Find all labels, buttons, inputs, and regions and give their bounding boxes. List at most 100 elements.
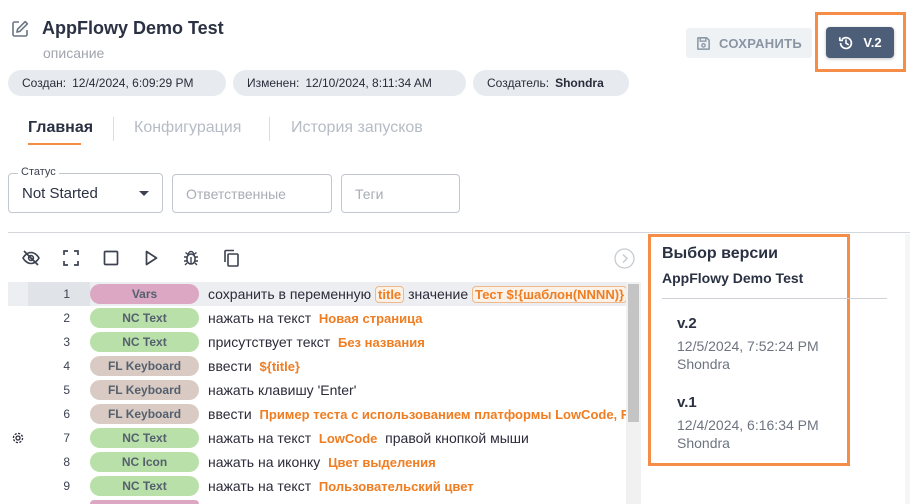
step-text: нажать на текст — [208, 478, 312, 494]
step-text: сохранить в переменную — [208, 286, 372, 302]
step-description[interactable]: ввести Пример теста с использованием пла… — [208, 406, 626, 422]
step-param[interactable]: Пример теста с использованием платформы … — [260, 407, 626, 422]
created-value: 12/4/2024, 6:09:29 PM — [72, 76, 194, 90]
step-type-badge — [90, 500, 199, 504]
step-row[interactable]: 1 Vars сохранить в переменную title знач… — [8, 282, 628, 306]
step-row[interactable]: 2 NC Text нажать на текст Новая страница — [8, 306, 626, 330]
eye-off-icon[interactable] — [21, 248, 41, 268]
version-button-label: V.2 — [863, 35, 882, 50]
step-type-badge[interactable]: FL Keyboard — [90, 380, 199, 400]
step-text: нажать клавишу 'Enter' — [208, 382, 357, 398]
step-type-badge[interactable]: NC Icon — [90, 452, 199, 472]
modified-value: 12/10/2024, 8:11:34 AM — [305, 76, 432, 90]
step-text: правой кнопкой мыши — [385, 430, 529, 446]
value-chip[interactable]: Тест $!{шаблон(NNNN)} — [472, 286, 628, 303]
modified-label: Изменен: — [247, 76, 300, 90]
gear-icon[interactable] — [8, 426, 28, 450]
step-number: 7 — [63, 431, 70, 445]
edit-icon[interactable] — [10, 19, 30, 39]
step-text: ввести — [208, 358, 252, 374]
step-type-badge[interactable]: NC Text — [90, 308, 199, 328]
step-type-badge[interactable]: FL Keyboard — [90, 404, 199, 424]
history-icon — [839, 36, 853, 49]
step-param[interactable]: ${title} — [260, 359, 300, 374]
active-tab-indicator — [28, 143, 81, 145]
step-description[interactable]: нажать на иконку Цвет выделения — [208, 454, 436, 470]
version-item-v2[interactable]: v.2 — [677, 315, 697, 332]
step-row[interactable]: 4 FL Keyboard ввести ${title} — [8, 354, 626, 378]
fullscreen-icon[interactable] — [61, 248, 81, 268]
save-button[interactable]: СОХРАНИТЬ — [686, 28, 812, 58]
step-param[interactable]: LowCode — [319, 431, 378, 446]
step-type-badge[interactable]: Vars — [90, 284, 199, 304]
author-label: Создатель: — [487, 76, 550, 90]
step-row[interactable]: 8 NC Icon нажать на иконку Цвет выделени… — [8, 450, 626, 474]
step-text: нажать на текст — [208, 310, 312, 326]
step-text: ввести — [208, 406, 252, 422]
step-description[interactable]: нажать на текст LowCode правой кнопкой м… — [208, 430, 529, 446]
version-author: Shondra — [677, 356, 730, 372]
copy-icon[interactable] — [221, 248, 241, 268]
step-param[interactable]: Без названия — [338, 335, 425, 350]
step-row[interactable]: 3 NC Text присутствует текст Без названи… — [8, 330, 626, 354]
step-param[interactable]: Новая страница — [319, 311, 423, 326]
tags-input[interactable]: Теги — [341, 174, 460, 213]
step-row[interactable]: 7 NC Text нажать на текст LowCode правой… — [8, 426, 626, 450]
chevron-right-circle-icon[interactable] — [614, 248, 635, 269]
step-description[interactable]: сохранить в переменную title значение Те… — [208, 286, 628, 303]
stop-icon[interactable] — [101, 248, 121, 268]
step-number: 4 — [63, 359, 70, 373]
step-text: присутствует текст — [208, 334, 331, 350]
right-panel-edge — [905, 234, 910, 504]
version-panel-title: Выбор версии — [662, 245, 778, 262]
step-description[interactable]: нажать клавишу 'Enter' — [208, 382, 356, 398]
created-label: Создан: — [22, 76, 67, 90]
tab-configuration[interactable]: Конфигурация — [134, 119, 241, 137]
created-badge: Создан: 12/4/2024, 6:09:29 PM — [8, 70, 226, 96]
variable-chip[interactable]: title — [375, 286, 405, 303]
step-description[interactable]: присутствует текст Без названия — [208, 334, 425, 350]
test-description[interactable]: описание — [43, 45, 104, 61]
save-button-label: СОХРАНИТЬ — [719, 35, 802, 51]
step-row-partial — [8, 498, 626, 504]
steps-scrollbar-thumb[interactable] — [628, 284, 639, 422]
status-label: Статус — [18, 166, 59, 178]
save-icon — [697, 36, 710, 50]
step-description[interactable]: нажать на текст Новая страница — [208, 310, 422, 326]
step-row[interactable]: 6 FL Keyboard ввести Пример теста с испо… — [8, 402, 626, 426]
version-item-v1[interactable]: v.1 — [677, 394, 697, 411]
step-text: нажать на иконку — [208, 454, 321, 470]
step-description[interactable]: нажать на текст Пользовательский цвет — [208, 478, 474, 494]
step-type-badge[interactable]: FL Keyboard — [90, 356, 199, 376]
step-number: 6 — [63, 407, 70, 421]
step-type-badge[interactable]: NC Text — [90, 332, 199, 352]
bug-icon[interactable] — [181, 248, 201, 268]
step-number: 1 — [63, 287, 70, 301]
status-value[interactable]: Not Started — [22, 185, 98, 202]
step-type-badge[interactable]: NC Text — [90, 428, 199, 448]
step-param[interactable]: Пользовательский цвет — [319, 479, 474, 494]
step-row[interactable]: 9 NC Text нажать на текст Пользовательск… — [8, 474, 626, 498]
version-panel-divider — [662, 298, 887, 299]
version-panel-subtitle: AppFlowy Demo Test — [662, 270, 804, 286]
version-date: 12/5/2024, 7:52:24 PM — [677, 338, 819, 354]
step-param[interactable]: Цвет выделения — [328, 455, 436, 470]
tab-divider — [113, 117, 114, 141]
chevron-down-icon[interactable] — [139, 191, 149, 196]
tab-run-history[interactable]: История запусков — [291, 119, 423, 137]
step-number: 3 — [63, 335, 70, 349]
step-text: значение — [408, 286, 469, 302]
step-description[interactable]: ввести ${title} — [208, 358, 300, 374]
step-text: нажать на текст — [208, 430, 312, 446]
step-type-badge[interactable]: NC Text — [90, 476, 199, 496]
version-history-button[interactable]: V.2 — [826, 27, 894, 58]
step-number: 5 — [63, 383, 70, 397]
assignees-input[interactable]: Ответственные — [172, 174, 332, 213]
play-icon[interactable] — [141, 248, 161, 268]
step-row[interactable]: 5 FL Keyboard нажать клавишу 'Enter' — [8, 378, 626, 402]
tab-main[interactable]: Главная — [28, 119, 93, 137]
section-divider — [8, 232, 910, 233]
step-number: 2 — [63, 311, 70, 325]
tab-divider — [269, 117, 270, 141]
test-title[interactable]: AppFlowy Demo Test — [42, 18, 224, 39]
